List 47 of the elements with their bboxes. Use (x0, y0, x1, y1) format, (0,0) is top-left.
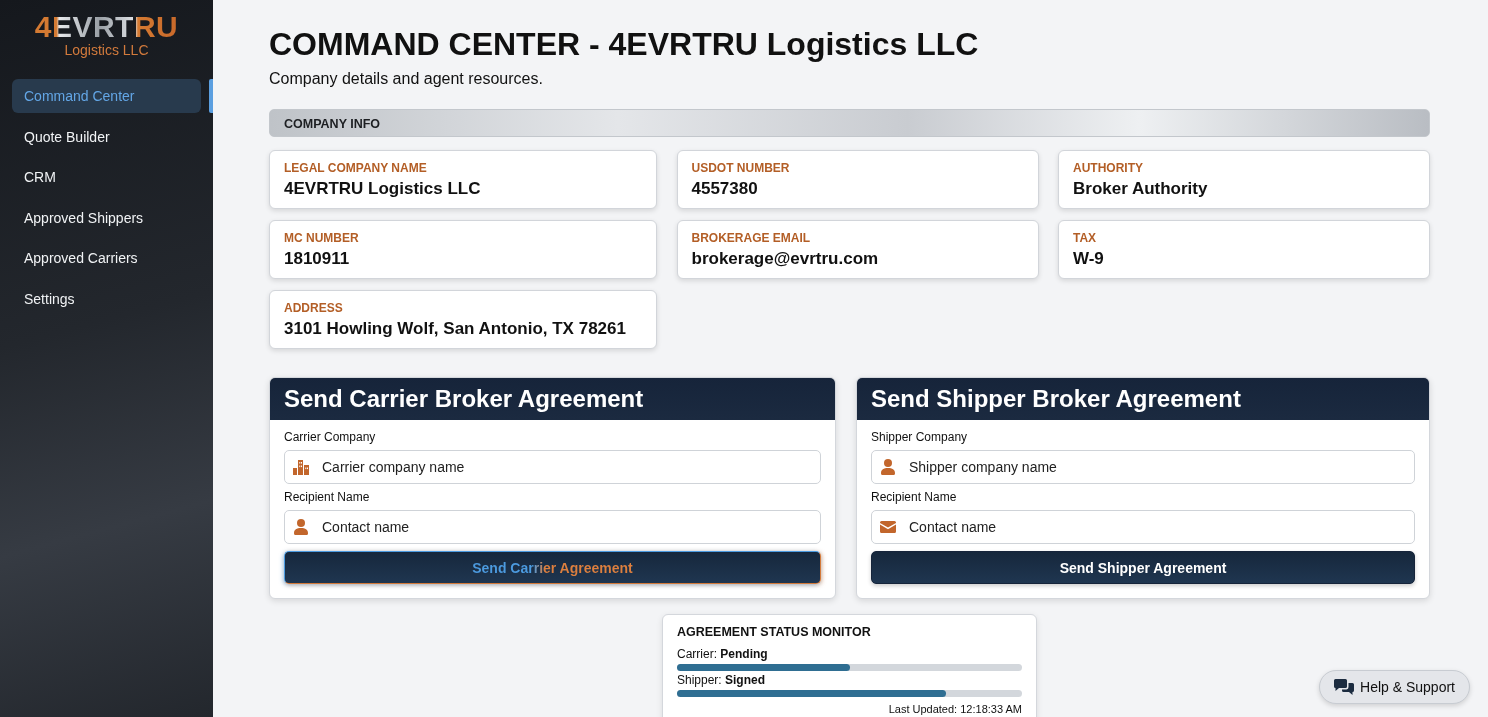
last-updated-text: Last Updated: 12:18:33 AM (888, 702, 1022, 716)
help-button[interactable]: Help & Support (1319, 670, 1470, 704)
form-title: Send Shipper Broker Agreement (871, 385, 1241, 413)
person-icon (881, 459, 895, 475)
active-indicator (209, 79, 213, 113)
page-title: COMMAND CENTER - 4EVRTRU Logistics LLC (269, 25, 980, 64)
info-value: Broker Authority (1073, 179, 1208, 199)
info-value: 1810911 (284, 249, 350, 269)
logo-subtitle: Logistics LLC (64, 42, 149, 58)
info-label: ADDRESS (284, 301, 343, 315)
envelope-icon (880, 521, 896, 533)
info-value: 3101 Howling Wolf, San Antonio, TX 78261 (284, 319, 626, 339)
section-header: COMPANY INFO (269, 109, 1430, 137)
input-field[interactable]: Shipper company name (871, 450, 1415, 484)
sidebar-item[interactable]: Settings (12, 281, 201, 316)
info-value: W-9 (1073, 249, 1104, 269)
info-value: brokerage@evrtru.com (691, 249, 879, 269)
input-field[interactable]: Contact name (871, 510, 1415, 544)
send-button[interactable]: Send Shipper Agreement (871, 551, 1415, 584)
field-label: Shipper Company (871, 429, 968, 445)
field-label: Carrier Company (284, 429, 376, 445)
input-field[interactable]: Contact name (284, 510, 821, 544)
sidebar-item[interactable]: Command Center (12, 79, 201, 113)
page-subtitle: Company details and agent resources. (269, 69, 544, 89)
input-field[interactable]: Carrier company name (284, 450, 821, 484)
info-label: BROKERAGE EMAIL (691, 231, 811, 245)
info-label: TAX (1073, 231, 1097, 245)
status-label: Shipper: Signed (677, 673, 766, 688)
info-value: 4557380 (691, 179, 758, 199)
sidebar-item[interactable]: Quote Builder (12, 119, 201, 154)
building-icon (293, 459, 309, 475)
info-label: MC NUMBER (284, 231, 359, 245)
field-label: Recipient Name (284, 489, 370, 505)
info-label: LEGAL COMPANY NAME (284, 161, 427, 175)
field-label: Recipient Name (871, 489, 957, 505)
form-title: Send Carrier Broker Agreement (284, 385, 644, 413)
monitor-title: AGREEMENT STATUS MONITOR (677, 624, 871, 640)
status-label: Carrier: Pending (677, 647, 768, 662)
sidebar-item[interactable]: CRM (12, 160, 201, 195)
send-button[interactable]: Send Carrier Agreement (284, 551, 821, 584)
person-icon (294, 519, 308, 535)
sidebar-item[interactable]: Approved Carriers (12, 241, 201, 276)
chat-icon (1334, 679, 1355, 695)
info-label: USDOT NUMBER (691, 161, 790, 175)
info-label: AUTHORITY (1073, 161, 1143, 175)
info-value: 4EVRTRU Logistics LLC (284, 179, 481, 199)
sidebar-item[interactable]: Approved Shippers (12, 200, 201, 235)
